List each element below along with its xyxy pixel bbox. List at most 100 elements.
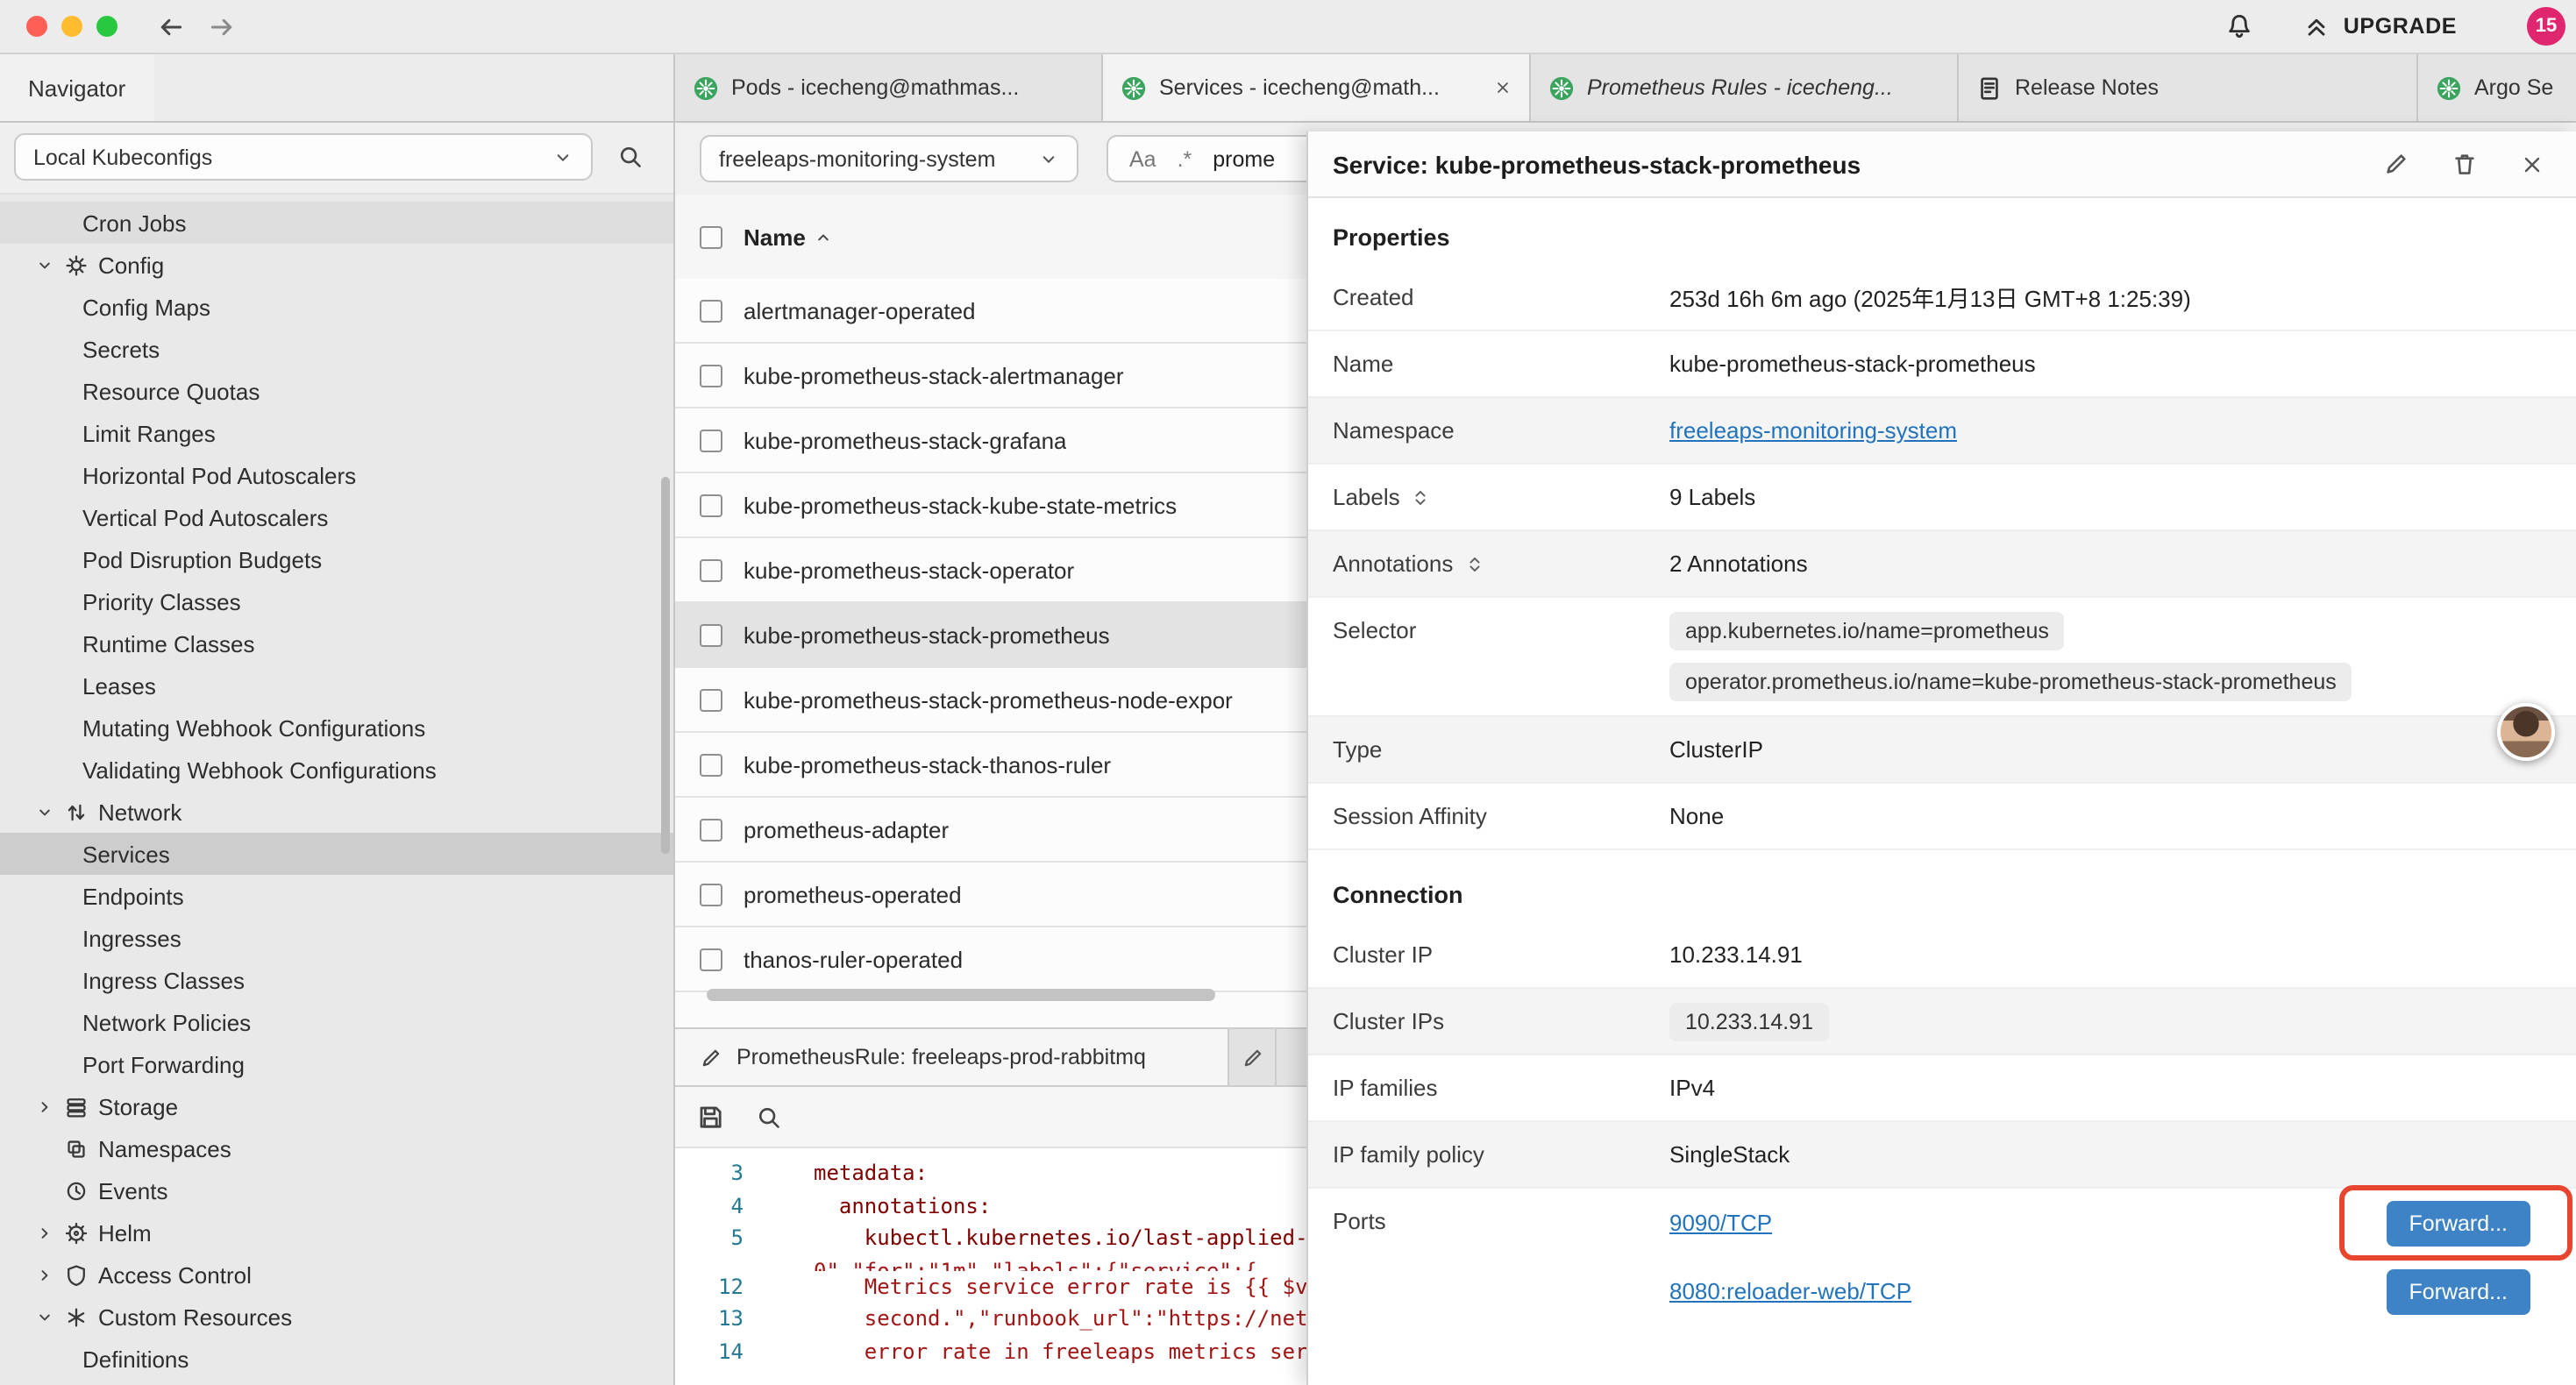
line-code: annotations: <box>744 1190 991 1222</box>
editor-tab[interactable]: Prometheus Rules - icecheng... <box>1531 54 1959 121</box>
sidebar-item-label: Priority Classes <box>82 588 241 614</box>
row-checkbox[interactable] <box>700 364 722 387</box>
delete-resource-icon[interactable] <box>2451 151 2478 177</box>
row-checkbox[interactable] <box>700 299 722 322</box>
namespace-link[interactable]: freeleaps-monitoring-system <box>1669 417 1957 444</box>
row-checkbox[interactable] <box>700 623 722 646</box>
port-link[interactable]: 8080:reloader-web/TCP <box>1669 1278 1911 1304</box>
dock-tab-prometheusrule[interactable]: PrometheusRule: freeleaps-prod-rabbitmq <box>675 1029 1229 1085</box>
sidebar-scrollbar[interactable] <box>661 477 670 854</box>
cluster-ip-badge: 10.233.14.91 <box>1669 1002 1829 1041</box>
sidebar-item[interactable]: Endpoints <box>0 875 673 917</box>
sidebar-item[interactable]: Events <box>0 1169 673 1211</box>
service-name: kube-prometheus-stack-prometheus <box>744 621 1110 648</box>
maximize-window-button[interactable] <box>96 16 117 37</box>
labels-row: Labels 9 Labels <box>1308 465 2576 531</box>
type-row: Type ClusterIP <box>1308 717 2576 784</box>
select-all-checkbox[interactable] <box>700 225 722 248</box>
namespace-selector[interactable]: freeleaps-monitoring-system <box>700 135 1078 182</box>
sidebar-item[interactable]: Priority Classes <box>0 580 673 622</box>
tab-label: Services - icecheng@math... <box>1159 75 1440 100</box>
sidebar-item[interactable]: Helm <box>0 1211 673 1254</box>
row-checkbox[interactable] <box>700 948 722 970</box>
sidebar-item[interactable]: Storage <box>0 1085 673 1127</box>
save-icon[interactable] <box>696 1103 724 1131</box>
chevron-icon[interactable] <box>35 802 65 821</box>
sidebar-item[interactable]: Mutating Webhook Configurations <box>0 707 673 749</box>
editor-tab[interactable]: Argo Se <box>2418 54 2576 121</box>
minimize-window-button[interactable] <box>61 16 82 37</box>
sidebar-item[interactable]: Ingresses <box>0 917 673 959</box>
avatar[interactable] <box>2497 703 2555 761</box>
row-checkbox[interactable] <box>700 688 722 711</box>
sidebar-item[interactable]: Vertical Pod Autoscalers <box>0 496 673 538</box>
sidebar-item[interactable]: Limit Ranges <box>0 412 673 454</box>
forward-button[interactable]: Forward... <box>2386 1200 2530 1246</box>
match-case-toggle[interactable]: Aa <box>1129 146 1156 171</box>
row-checkbox[interactable] <box>700 818 722 841</box>
editor-search-icon[interactable] <box>756 1104 782 1130</box>
sidebar-item[interactable]: Ingress Classes <box>0 959 673 1001</box>
row-checkbox[interactable] <box>700 753 722 776</box>
chevron-icon[interactable] <box>35 1307 65 1326</box>
row-checkbox[interactable] <box>700 429 722 451</box>
sidebar-item[interactable]: Definitions <box>0 1338 673 1380</box>
line-number: 14 <box>675 1336 744 1368</box>
sidebar-item[interactable]: Config <box>0 244 673 286</box>
row-checkbox[interactable] <box>700 883 722 906</box>
regex-toggle[interactable]: .* <box>1178 146 1192 171</box>
sidebar-item[interactable]: Custom Resources <box>0 1296 673 1338</box>
close-window-button[interactable] <box>26 16 47 37</box>
port-entry: 9090/TCP Forward... <box>1669 1189 2576 1257</box>
selector-badge: operator.prometheus.io/name=kube-prometh… <box>1669 663 2352 701</box>
chevron-icon[interactable] <box>35 255 65 274</box>
expand-annotations-icon[interactable] <box>1463 553 1484 574</box>
name-column-header[interactable]: Name <box>744 224 834 250</box>
sidebar-item[interactable]: Validating Webhook Configurations <box>0 749 673 791</box>
sidebar-item[interactable]: Network Policies <box>0 1001 673 1043</box>
sidebar-item[interactable]: Pod Disruption Budgets <box>0 538 673 580</box>
sidebar-item[interactable]: Leases <box>0 664 673 707</box>
navigator-sidebar: Local Kubeconfigs Cron Jobs Config <box>0 123 675 1385</box>
ports-row: Ports 9090/TCP Forward... 8080:reloader-… <box>1308 1189 2576 1325</box>
sidebar-item-label: Ingresses <box>82 925 181 951</box>
kubeconfig-selector[interactable]: Local Kubeconfigs <box>14 133 593 181</box>
row-checkbox[interactable] <box>700 494 722 516</box>
sidebar-item[interactable]: Horizontal Pod Autoscalers <box>0 454 673 496</box>
tab-label: Pods - icecheng@mathmas... <box>731 75 1019 100</box>
item-icon <box>65 1263 98 1286</box>
sidebar-item[interactable]: Access Control <box>0 1254 673 1296</box>
close-tab-icon[interactable] <box>1494 79 1512 96</box>
port-link[interactable]: 9090/TCP <box>1669 1210 1772 1236</box>
notification-count-badge[interactable]: 15 <box>2527 7 2565 46</box>
editor-tab[interactable]: Services - icecheng@math... <box>1103 54 1531 121</box>
expand-labels-icon[interactable] <box>1411 487 1432 508</box>
notifications-bell-icon[interactable] <box>2226 12 2254 40</box>
editor-tab[interactable]: Pods - icecheng@mathmas... <box>675 54 1103 121</box>
chevron-icon[interactable] <box>35 1265 65 1284</box>
sidebar-item[interactable]: Secrets <box>0 328 673 370</box>
back-icon[interactable] <box>156 11 186 41</box>
chevron-icon[interactable] <box>35 1223 65 1242</box>
dock-tab-partial[interactable] <box>1229 1029 1277 1085</box>
forward-button[interactable]: Forward... <box>2386 1268 2530 1314</box>
chevron-icon[interactable] <box>35 1097 65 1116</box>
sidebar-item-label: Config Maps <box>82 294 210 320</box>
upgrade-button[interactable]: UPGRADE <box>2344 14 2457 39</box>
editor-tab[interactable]: Release Notes <box>1959 54 2418 121</box>
name-row: Name kube-prometheus-stack-prometheus <box>1308 331 2576 398</box>
sidebar-item[interactable]: Config Maps <box>0 286 673 328</box>
sidebar-item[interactable]: Cron Jobs <box>0 202 673 244</box>
sidebar-search-icon[interactable] <box>617 144 644 170</box>
forward-icon[interactable] <box>207 11 237 41</box>
sidebar-item[interactable]: Network <box>0 791 673 833</box>
sidebar-item[interactable]: Services <box>0 833 673 875</box>
close-drawer-icon[interactable] <box>2520 152 2544 176</box>
sidebar-item[interactable]: Resource Quotas <box>0 370 673 412</box>
horizontal-scrollbar[interactable] <box>707 989 1215 1001</box>
row-checkbox[interactable] <box>700 558 722 581</box>
sidebar-item[interactable]: Runtime Classes <box>0 622 673 664</box>
sidebar-item[interactable]: Port Forwarding <box>0 1043 673 1085</box>
sidebar-item[interactable]: Namespaces <box>0 1127 673 1169</box>
edit-resource-icon[interactable] <box>2383 151 2409 177</box>
